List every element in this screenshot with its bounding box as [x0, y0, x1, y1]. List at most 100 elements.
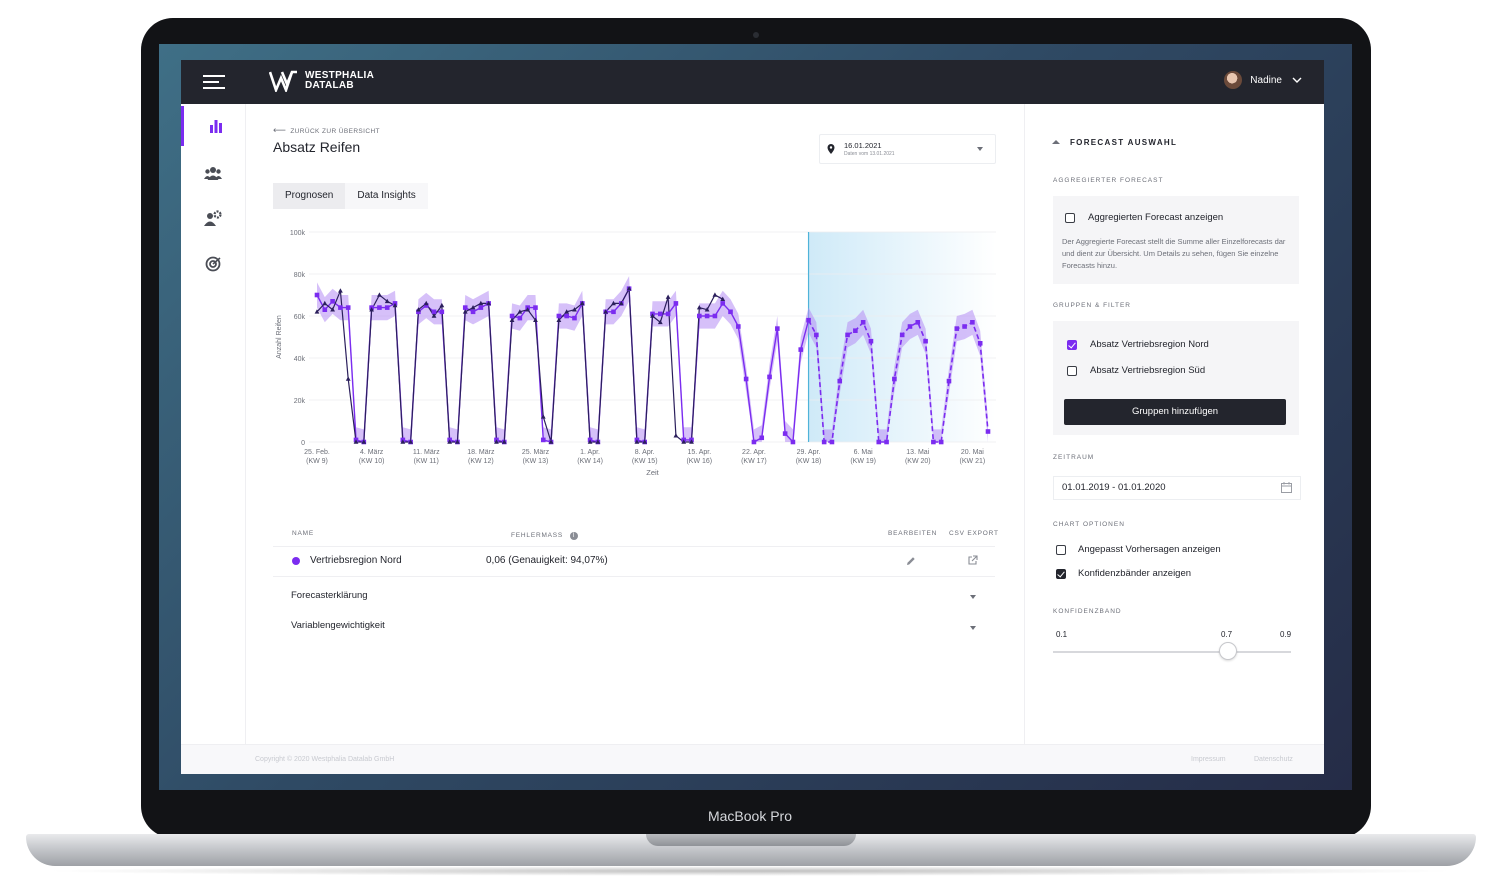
- caret-down-icon[interactable]: [970, 626, 976, 630]
- x-tick-label: 15. Apr.: [687, 449, 711, 456]
- sidebar-item-users[interactable]: [181, 153, 245, 193]
- tab-data-insights[interactable]: Data Insights: [345, 183, 428, 209]
- forecast-point: [868, 338, 874, 344]
- forecast-point: [806, 317, 811, 323]
- footer-copyright: Copyright © 2020 Westphalia Datalab GmbH: [255, 756, 395, 763]
- forecast-point: [821, 439, 827, 445]
- x-tick-week: (KW 14): [577, 458, 603, 465]
- forecast-point: [697, 313, 702, 319]
- forecast-point: [478, 305, 484, 310]
- forecast-chart: 0 20k 40k 60k 80k 100k Anzahl Reifen 25. Feb. (K…: [276, 230, 996, 477]
- confidence-slider-thumb[interactable]: [1219, 642, 1237, 660]
- main-content: ⟵ ZURÜCK ZUR ÜBERSICHT Absatz Reifen 16.0…: [245, 104, 1024, 744]
- menu-icon[interactable]: [203, 73, 225, 91]
- slider-max-label: 0.9: [1280, 630, 1292, 639]
- forecast-point: [837, 378, 843, 384]
- user-gear-icon: [204, 210, 222, 226]
- forecast-point: [322, 307, 328, 312]
- calendar-icon[interactable]: [1281, 482, 1292, 493]
- accordion-variablengewichtigkeit[interactable]: Variablengewichtigkeit: [291, 620, 385, 631]
- confidence-slider-track[interactable]: [1053, 651, 1291, 653]
- forecast-point: [658, 311, 663, 317]
- option-label-adjusted: Angepasst Vorhersagen anzeigen: [1078, 544, 1221, 555]
- forecast-point: [767, 374, 772, 380]
- accordion-forecasterklaerung[interactable]: Forecasterklärung: [291, 590, 368, 601]
- date-select[interactable]: 16.01.2021 Daten vom 13.01.2021: [819, 134, 996, 164]
- actual-point: [338, 288, 343, 293]
- section-label-groups: GRUPPEN & FILTER: [1053, 302, 1132, 309]
- forecast-point: [985, 429, 991, 434]
- option-checkbox-adjusted[interactable]: [1056, 545, 1066, 555]
- caret-down-icon[interactable]: [970, 595, 976, 599]
- arrow-left-icon: ⟵: [273, 125, 287, 135]
- forecast-point: [853, 328, 858, 333]
- forecast-point: [736, 324, 741, 329]
- group-checkbox-sued[interactable]: [1067, 366, 1077, 376]
- period-input[interactable]: 01.01.2019 - 01.01.2020: [1053, 476, 1301, 500]
- logo-icon: [269, 70, 297, 92]
- footer-link-datenschutz[interactable]: Datenschutz: [1254, 756, 1293, 763]
- date-subtext: Daten vom 13.01.2021: [844, 151, 895, 157]
- y-tick-label: 20k: [294, 398, 306, 405]
- x-tick-week: (KW 15): [632, 458, 658, 465]
- pencil-icon[interactable]: [906, 556, 916, 566]
- forecast-point: [884, 439, 889, 445]
- slider-value-label: 0.7: [1221, 630, 1233, 639]
- info-icon[interactable]: i: [569, 532, 578, 540]
- x-tick-label: 29. Apr.: [797, 449, 821, 456]
- x-tick-week: (KW 13): [523, 458, 549, 465]
- external-link-icon[interactable]: [967, 555, 978, 566]
- forecast-point: [314, 292, 320, 298]
- x-tick-week: (KW 21): [960, 458, 986, 465]
- sidebar-item-user-settings[interactable]: [181, 198, 245, 238]
- forecast-point: [782, 431, 788, 436]
- back-link[interactable]: ⟵ ZURÜCK ZUR ÜBERSICHT: [273, 125, 380, 136]
- col-header-error-label: FEHLERMASS: [511, 532, 564, 539]
- x-tick-label: 11. März: [413, 449, 440, 456]
- option-checkbox-confidence[interactable]: [1056, 569, 1066, 579]
- forecast-point: [517, 315, 523, 321]
- x-tick-week: (KW 12): [468, 458, 494, 465]
- aggregate-checkbox[interactable]: [1065, 213, 1075, 223]
- x-tick-week: (KW 18): [796, 458, 822, 465]
- forecast-point: [775, 326, 780, 331]
- app-window: WESTPHALIA DATALAB Nadine ⟵ ZURÜCK ZUR Ü…: [181, 60, 1324, 774]
- page-title: Absatz Reifen: [273, 139, 361, 155]
- forecast-point: [384, 305, 390, 310]
- forecast-point: [720, 301, 726, 306]
- user-name: Nadine: [1250, 74, 1282, 86]
- forecast-point: [439, 309, 445, 315]
- sidebar-item-forecasts[interactable]: [181, 106, 248, 146]
- x-tick-week: (KW 16): [686, 458, 712, 465]
- forecast-point: [611, 309, 616, 315]
- forecast-point: [330, 299, 335, 304]
- forecast-point: [962, 324, 967, 329]
- y-axis-label: Anzahl Reifen: [276, 315, 283, 359]
- add-groups-button[interactable]: Gruppen hinzufügen: [1064, 399, 1286, 425]
- x-tick-label: 8. Apr.: [635, 449, 655, 456]
- forecast-point: [743, 376, 749, 382]
- footer-link-impressum[interactable]: Impressum: [1191, 756, 1226, 763]
- sidebar-item-targets[interactable]: [181, 244, 245, 284]
- forecast-point: [860, 320, 866, 325]
- back-link-label: ZURÜCK ZUR ÜBERSICHT: [290, 128, 380, 135]
- forecast-point: [712, 313, 718, 319]
- x-tick-label: 1. Apr.: [580, 449, 600, 456]
- forecast-point: [907, 324, 913, 329]
- tab-prognosen[interactable]: Prognosen: [273, 183, 346, 209]
- x-axis-label: Zeit: [646, 468, 659, 477]
- col-header-edit: BEARBEITEN: [888, 530, 938, 537]
- row-divider: [273, 576, 995, 577]
- logo-text: WESTPHALIA DATALAB: [305, 71, 374, 91]
- row-divider: [273, 546, 995, 547]
- section-label-aggregate: AGGREGIERTER FORECAST: [1053, 177, 1164, 184]
- logo-line-2: DATALAB: [305, 80, 354, 91]
- caret-up-icon[interactable]: [1052, 139, 1060, 145]
- forecast-point: [759, 435, 765, 441]
- user-menu[interactable]: Nadine: [1224, 71, 1304, 89]
- forecast-point: [892, 376, 897, 382]
- group-checkbox-nord[interactable]: [1067, 340, 1077, 350]
- x-tick-label: 25. März: [522, 449, 550, 456]
- laptop-notch: [646, 834, 856, 846]
- col-header-error: FEHLERMASS i: [511, 532, 578, 540]
